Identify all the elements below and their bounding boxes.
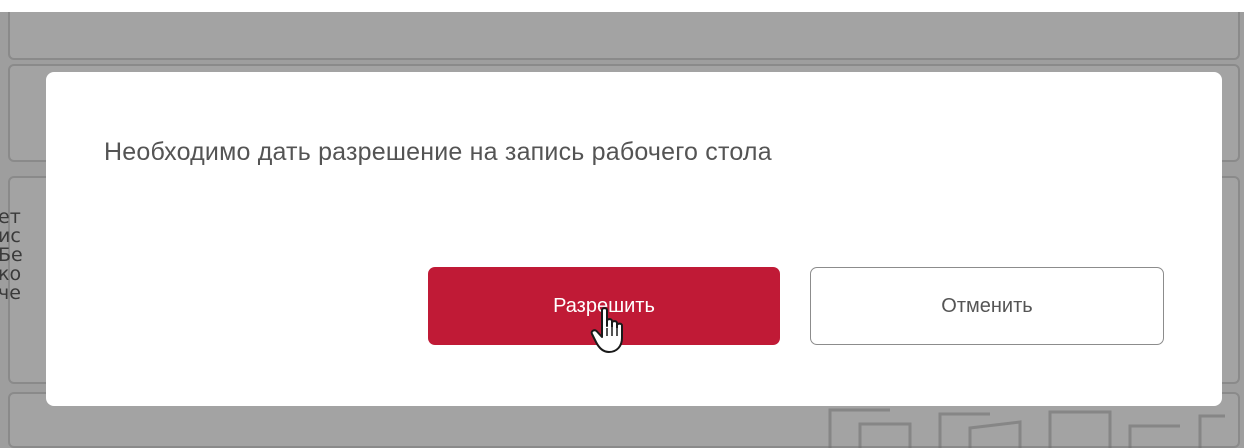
background-text-line: че [0, 282, 21, 303]
screen: ет ис Бе ко че Необходимо дать разрешени… [0, 0, 1244, 448]
background-illustration [828, 408, 1225, 448]
permission-dialog: Необходимо дать разрешение на запись раб… [46, 72, 1222, 406]
page-top-strip [0, 0, 1244, 12]
allow-button[interactable]: Разрешить [428, 267, 780, 345]
cancel-button[interactable]: Отменить [810, 267, 1164, 345]
background-text-fragment: ет ис Бе ко че [0, 208, 46, 303]
dialog-message: Необходимо дать разрешение на запись раб… [104, 138, 772, 166]
background-card [8, 12, 1240, 60]
